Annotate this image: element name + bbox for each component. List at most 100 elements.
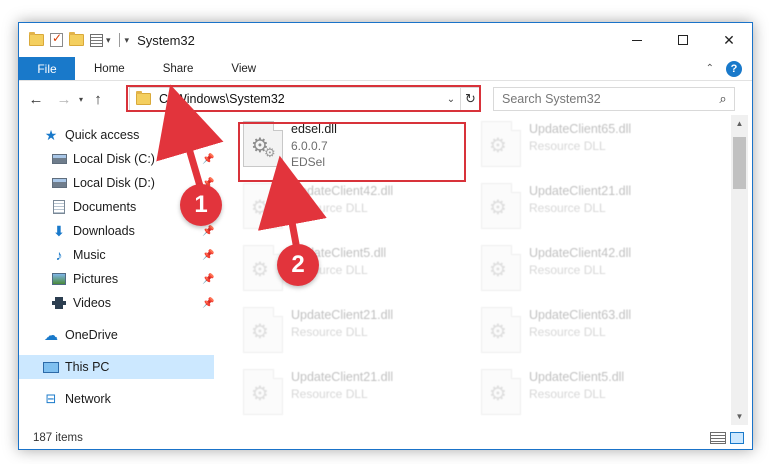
file-name: UpdateClient5.dll	[529, 370, 625, 384]
up-arrow-icon: ↑	[94, 90, 102, 108]
sidebar-item-label: OneDrive	[65, 328, 118, 342]
dll-file-icon: ⚙	[481, 245, 521, 291]
forward-button[interactable]: →	[53, 88, 75, 110]
file-list: ⚙ ⚙ edsel.dll 6.0.0.7 EDSel ⚙ UpdateClien…	[237, 117, 731, 423]
scrollbar-thumb[interactable]	[733, 137, 746, 189]
folder-icon	[29, 32, 44, 46]
file-item[interactable]: ⚙ UpdateClient63.dll Resource DLL	[477, 303, 703, 359]
file-item[interactable]: ⚙ UpdateClient21.dll Resource DLL	[239, 365, 465, 421]
pin-icon[interactable]: 📌	[202, 178, 214, 189]
navigation-bar: ← → ▾ ↑ C:\Windows\System32 ⌄ ↻ Search S…	[19, 85, 752, 113]
sidebar-item-local-disk-c[interactable]: Local Disk (C:) 📌	[19, 147, 214, 171]
file-name: UpdateClient21.dll	[291, 370, 394, 384]
pictures-icon	[51, 272, 67, 286]
pin-icon[interactable]: 📌	[202, 250, 214, 261]
search-icon[interactable]: ⌕	[712, 91, 734, 107]
sidebar-item-label: Music	[73, 248, 106, 262]
file-type: Resource DLL	[529, 325, 606, 339]
file-item-edsel[interactable]: ⚙ ⚙ edsel.dll 6.0.0.7 EDSel	[239, 117, 465, 173]
minimize-icon	[632, 39, 642, 41]
new-folder-icon[interactable]	[69, 32, 84, 46]
documents-icon	[51, 200, 67, 214]
properties-icon[interactable]	[90, 33, 103, 47]
sidebar-item-quick-access[interactable]: ★ Quick access	[19, 123, 214, 147]
this-pc-icon	[43, 360, 59, 374]
sidebar-item-local-disk-d[interactable]: Local Disk (D:) 📌	[19, 171, 214, 195]
file-item[interactable]: ⚙ UpdateClient42.dll Resource DLL	[477, 241, 703, 297]
sidebar-item-network[interactable]: ⊟ Network	[19, 387, 214, 411]
file-name: UpdateClient63.dll	[529, 308, 632, 322]
tab-view[interactable]: View	[212, 57, 275, 80]
sidebar-item-pictures[interactable]: Pictures 📌	[19, 267, 214, 291]
pin-icon[interactable]: 📌	[202, 226, 214, 237]
pin-icon[interactable]: 📌	[202, 202, 214, 213]
address-dropdown-icon[interactable]: ⌄	[442, 94, 460, 105]
pin-icon[interactable]: 📌	[202, 154, 214, 165]
search-box[interactable]: Search System32 ⌕	[493, 87, 735, 111]
sidebar-item-onedrive[interactable]: ☁ OneDrive	[19, 323, 214, 347]
chevron-down-icon: ▾	[78, 94, 83, 104]
tiles-view-icon[interactable]	[730, 432, 744, 444]
file-type: Resource DLL	[529, 263, 606, 277]
file-name: UpdateClient42.dll	[291, 184, 394, 198]
file-version: 6.0.0.7	[291, 139, 328, 153]
scroll-up-icon[interactable]: ▲	[731, 115, 748, 132]
sidebar-item-label: Downloads	[73, 224, 135, 238]
customize-toolbar-icon[interactable]: ▾	[125, 35, 130, 46]
scroll-down-icon[interactable]: ▼	[731, 408, 748, 425]
quick-access-toolbar: ▾ ▾	[19, 31, 130, 47]
close-icon: ✕	[723, 31, 735, 48]
forward-arrow-icon: →	[56, 90, 72, 108]
dll-file-icon: ⚙	[243, 369, 283, 415]
pin-icon[interactable]: 📌	[202, 298, 214, 309]
sidebar-item-label: Network	[65, 392, 111, 406]
file-name: UpdateClient21.dll	[291, 308, 394, 322]
address-path[interactable]: C:\Windows\System32	[159, 92, 442, 106]
sidebar-item-videos[interactable]: Videos 📌	[19, 291, 214, 315]
file-type: Resource DLL	[291, 263, 368, 277]
sidebar-item-label: This PC	[65, 360, 110, 374]
folder-icon	[136, 91, 151, 105]
sidebar-item-label: Videos	[73, 296, 111, 310]
chevron-down-icon[interactable]: ▾	[106, 35, 111, 46]
network-icon: ⊟	[45, 391, 57, 406]
window-title: System32	[137, 32, 195, 48]
tab-home[interactable]: Home	[75, 57, 144, 80]
dll-file-icon: ⚙	[481, 307, 521, 353]
item-count: 187 items	[33, 432, 83, 444]
pin-icon[interactable]: 📌	[202, 274, 214, 285]
file-item[interactable]: ⚙ UpdateClient21.dll Resource DLL	[239, 303, 465, 359]
file-item[interactable]: ⚙ UpdateClient42.dll Resource DLL	[239, 179, 465, 235]
sidebar-item-this-pc[interactable]: This PC	[19, 355, 214, 379]
file-type: Resource DLL	[529, 201, 606, 215]
file-name: UpdateClient21.dll	[529, 184, 632, 198]
search-input[interactable]: Search System32	[502, 92, 712, 106]
tab-file[interactable]: File	[19, 57, 75, 80]
tab-share[interactable]: Share	[144, 57, 213, 80]
file-type: Resource DLL	[529, 139, 606, 153]
properties-check-icon[interactable]	[50, 31, 63, 47]
sidebar-item-downloads[interactable]: ⬇ Downloads 📌	[19, 219, 214, 243]
refresh-button[interactable]: ↻	[460, 88, 480, 110]
chevron-up-icon[interactable]: ⌃	[706, 63, 714, 74]
file-item[interactable]: ⚙ UpdateClient21.dll Resource DLL	[477, 179, 703, 235]
file-item[interactable]: ⚙ UpdateClient5.dll Resource DLL	[477, 365, 703, 421]
disk-icon	[51, 152, 67, 166]
file-name: UpdateClient42.dll	[529, 246, 632, 260]
sidebar-item-music[interactable]: ♪ Music 📌	[19, 243, 215, 267]
file-type: Resource DLL	[529, 387, 606, 401]
vertical-scrollbar[interactable]: ▲ ▼	[731, 115, 748, 425]
close-button[interactable]: ✕	[706, 23, 752, 57]
details-view-icon[interactable]	[710, 432, 726, 444]
maximize-button[interactable]	[660, 23, 706, 57]
minimize-button[interactable]	[614, 23, 660, 57]
help-icon[interactable]: ?	[726, 60, 742, 77]
recent-locations-button[interactable]: ▾	[75, 95, 87, 104]
sidebar-item-documents[interactable]: Documents 📌	[19, 195, 214, 219]
file-item[interactable]: ⚙ UpdateClient65.dll Resource DLL	[477, 117, 703, 173]
back-button[interactable]: ←	[25, 88, 47, 110]
address-bar[interactable]: C:\Windows\System32 ⌄ ↻	[129, 87, 481, 111]
up-button[interactable]: ↑	[87, 88, 109, 110]
file-item[interactable]: ⚙ UpdateClient5.dll Resource DLL	[239, 241, 465, 297]
view-switcher	[710, 432, 752, 444]
